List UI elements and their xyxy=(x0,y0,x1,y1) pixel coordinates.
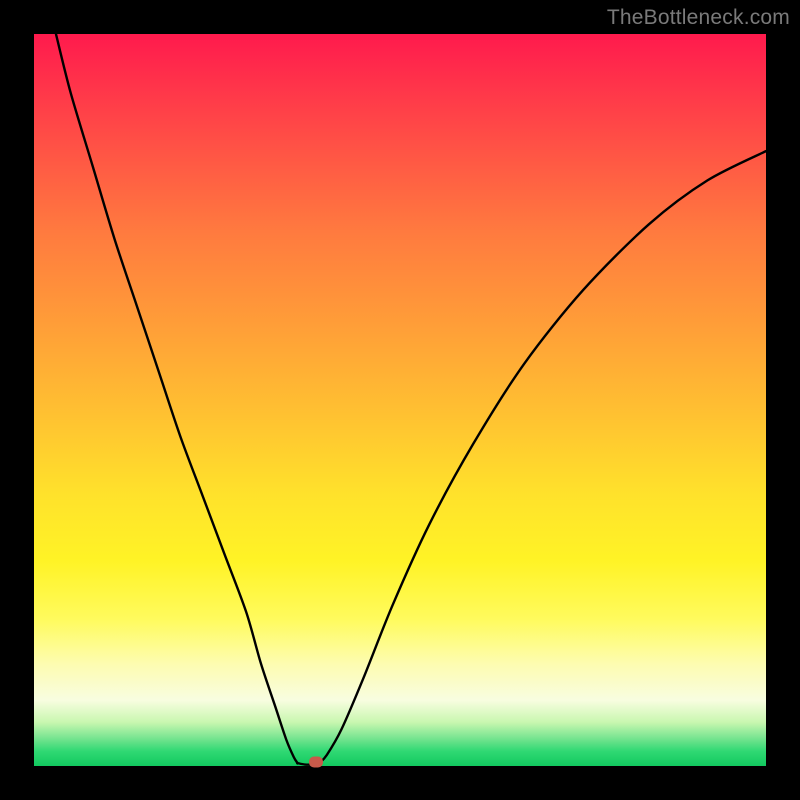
plot-area xyxy=(34,34,766,766)
bottleneck-curve xyxy=(34,34,766,766)
watermark-text: TheBottleneck.com xyxy=(607,6,790,30)
chart-frame: TheBottleneck.com xyxy=(0,0,800,800)
optimum-marker xyxy=(309,757,323,768)
